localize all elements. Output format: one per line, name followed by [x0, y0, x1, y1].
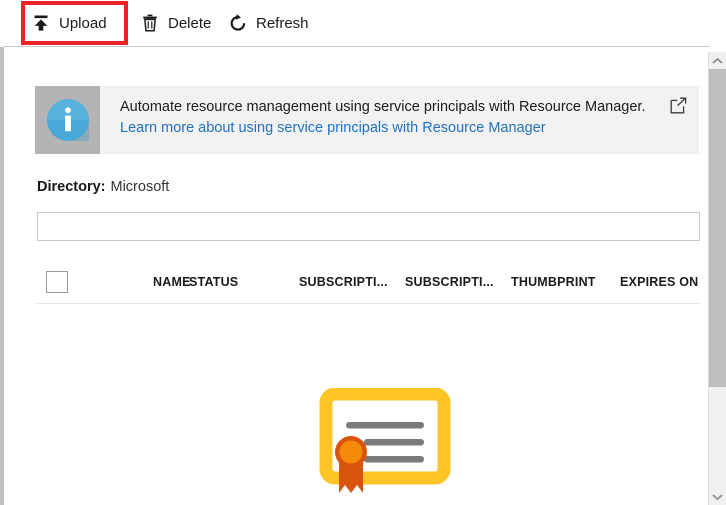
column-header-expires-on[interactable]: EXPIRES ON	[620, 275, 698, 289]
directory-value: Microsoft	[111, 179, 170, 195]
chevron-down-icon	[712, 493, 723, 501]
refresh-button-label: Refresh	[256, 16, 309, 31]
content-pane: Automate resource management using servi…	[6, 48, 710, 505]
chevron-up-icon	[712, 57, 723, 65]
column-header-thumbprint[interactable]: THUMBPRINT	[511, 275, 596, 289]
certificate-icon	[318, 388, 458, 496]
scrollbar-thumb[interactable]	[709, 69, 726, 387]
upload-icon	[31, 13, 51, 33]
filter-input[interactable]	[37, 212, 700, 241]
info-banner-message: Automate resource management using servi…	[120, 99, 645, 115]
vertical-scrollbar[interactable]	[708, 52, 726, 505]
delete-button-label: Delete	[168, 16, 211, 31]
info-icon	[45, 97, 91, 143]
upload-button[interactable]: Upload	[31, 6, 107, 40]
column-header-subscription1[interactable]: SUBSCRIPTI...	[299, 275, 388, 289]
select-all-checkbox[interactable]	[46, 271, 68, 293]
learn-more-link[interactable]: Learn more about using service principal…	[120, 120, 546, 136]
directory-label: Directory:	[37, 179, 106, 195]
certificates-blade: Upload Delete Refresh	[0, 0, 726, 505]
command-toolbar: Upload Delete Refresh	[0, 0, 726, 47]
info-banner-text: Automate resource management using servi…	[100, 86, 699, 154]
column-header-name[interactable]: NAME	[153, 275, 191, 289]
scroll-down-button[interactable]	[709, 488, 726, 505]
column-header-status[interactable]: STATUS	[189, 275, 238, 289]
refresh-icon	[228, 13, 248, 33]
empty-state-illustration	[318, 388, 458, 496]
trash-icon	[140, 13, 160, 33]
info-icon-block	[35, 86, 100, 154]
upload-button-label: Upload	[59, 16, 107, 31]
table-header-row: NAME STATUS SUBSCRIPTI... SUBSCRIPTI... …	[37, 266, 700, 304]
info-banner: Automate resource management using servi…	[35, 86, 699, 154]
directory-row: Directory: Microsoft	[37, 178, 169, 196]
table-header-divider	[37, 303, 700, 304]
toolbar-separator	[4, 46, 710, 47]
refresh-button[interactable]: Refresh	[228, 6, 309, 40]
scroll-up-button[interactable]	[709, 52, 726, 69]
delete-button[interactable]: Delete	[140, 6, 211, 40]
scrollbar-track[interactable]	[709, 387, 726, 488]
column-header-subscription2[interactable]: SUBSCRIPTI...	[405, 275, 494, 289]
external-link-icon[interactable]	[670, 97, 687, 114]
